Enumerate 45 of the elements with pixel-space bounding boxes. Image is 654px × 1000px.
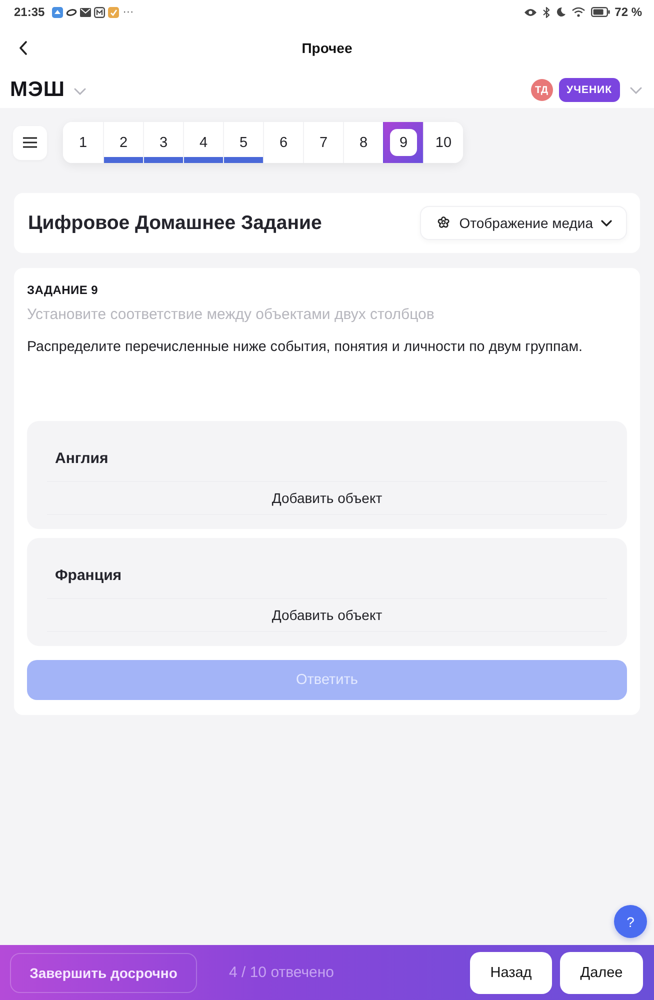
menu-button[interactable] — [13, 126, 47, 160]
question-tab[interactable]: 5 — [223, 122, 263, 163]
app-icon — [52, 6, 63, 18]
help-button[interactable]: ? — [614, 905, 647, 938]
question-tab[interactable]: 9 — [383, 122, 423, 163]
add-object-field[interactable]: Добавить объект — [47, 598, 607, 632]
page-title: Прочее — [300, 40, 354, 56]
question-tab[interactable]: 8 — [343, 122, 383, 163]
link-icon — [66, 8, 77, 16]
question-tab[interactable]: 10 — [423, 122, 463, 163]
bluetooth-icon — [542, 6, 550, 18]
add-object-field[interactable]: Добавить объект — [47, 481, 607, 515]
status-time: 21:35 — [14, 5, 45, 19]
more-notifications: ··· — [122, 6, 134, 18]
wifi-icon — [572, 7, 585, 17]
task-hint: Установите соответствие между объектами двух столбцов — [27, 306, 436, 323]
app-icon — [108, 6, 119, 18]
question-tab[interactable]: 3 — [143, 122, 183, 163]
group-title: Франция — [54, 567, 123, 584]
progress-text: 4 / 10 отвечено — [229, 964, 334, 981]
battery-icon — [590, 7, 610, 17]
question-tab[interactable]: 1 — [63, 122, 103, 163]
eye-icon — [524, 8, 537, 16]
task-instruction: Распределите перечисленные ниже события, понятия и личности по двум группам. — [27, 339, 584, 355]
assignment-title: Цифровое Домашнее Задание — [28, 212, 322, 234]
next-button[interactable]: Далее — [560, 952, 643, 994]
menu-icon — [23, 137, 37, 148]
question-tab[interactable]: 7 — [303, 122, 343, 163]
battery-percent: 72 % — [614, 5, 642, 19]
chevron-left-icon — [19, 41, 27, 55]
finish-early-button[interactable]: Завершить досрочно — [10, 952, 197, 992]
task-number: ЗАДАНИЕ 9 — [27, 283, 99, 297]
logo[interactable]: МЭШ — [10, 78, 66, 102]
media-display-dropdown[interactable]: Отображение медиа — [420, 206, 627, 240]
question-tab[interactable]: 6 — [263, 122, 303, 163]
mail-icon — [80, 8, 91, 16]
moon-icon — [556, 7, 566, 17]
app-icon — [94, 6, 105, 18]
role-badge[interactable]: УЧЕНИК — [558, 78, 620, 102]
flower-icon — [436, 216, 452, 230]
question-tab[interactable]: 4 — [183, 122, 223, 163]
back-nav-button[interactable]: Назад — [470, 952, 552, 994]
question-tab[interactable]: 2 — [103, 122, 143, 163]
chevron-down-icon — [601, 220, 612, 226]
group-title: Англия — [54, 450, 110, 467]
